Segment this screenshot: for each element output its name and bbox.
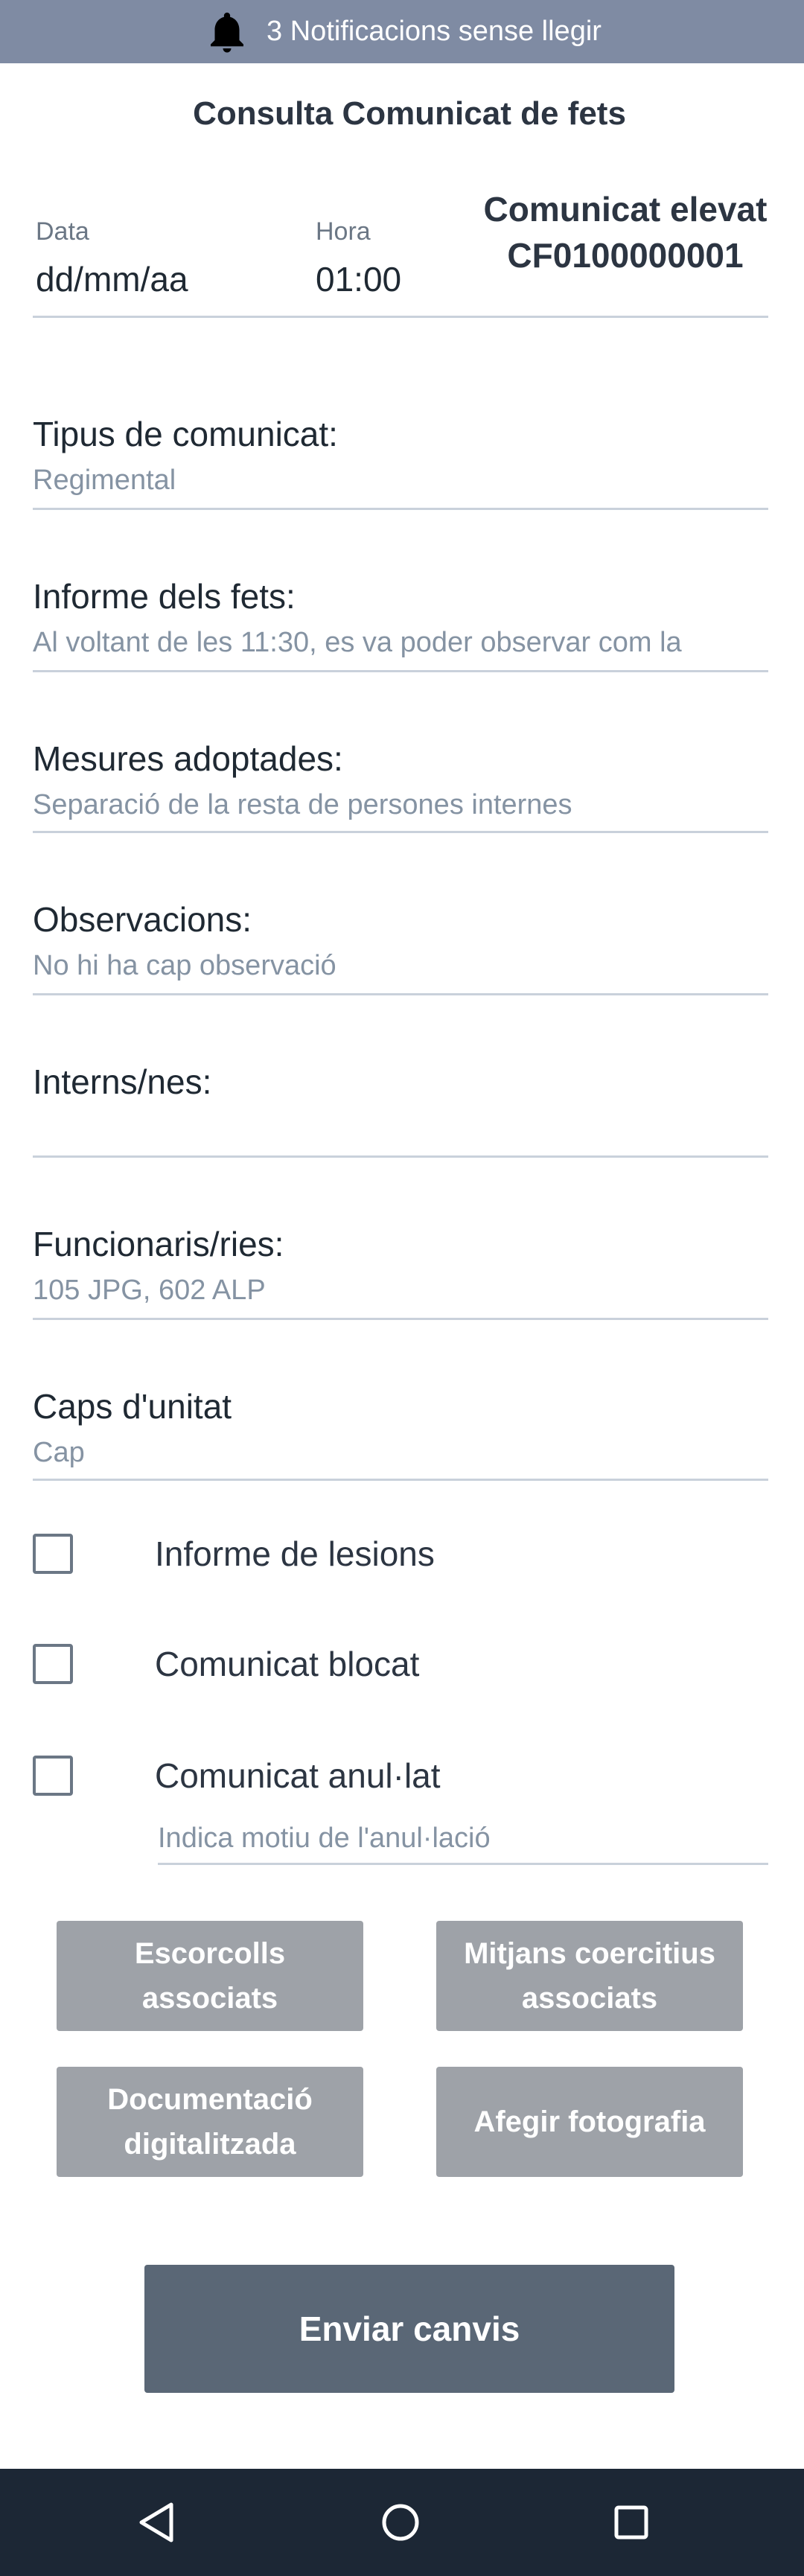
time-field[interactable]: 01:00 <box>316 259 401 299</box>
recents-square-icon[interactable] <box>604 2496 658 2549</box>
field-underline <box>33 831 768 833</box>
field-label: Interns/nes: <box>33 1062 212 1101</box>
field-label: Mesures adoptades: <box>33 739 343 778</box>
field-value: Al voltant de les 11:30, es va poder obs… <box>33 627 682 658</box>
system-nav-bar <box>0 2469 804 2576</box>
field-label: Tipus de comunicat: <box>33 415 338 453</box>
check-informe-lesions[interactable]: Informe de lesions <box>33 1528 777 1580</box>
field-label: Informe dels fets: <box>33 577 296 616</box>
checkbox[interactable] <box>33 1534 73 1574</box>
check-comunicat-blocat[interactable]: Comunicat blocat <box>33 1638 777 1690</box>
checkbox-label: Informe de lesions <box>155 1534 435 1573</box>
checkbox-label: Comunicat anul·lat <box>155 1756 441 1795</box>
comunicat-id: Comunicat elevat CF0100000001 <box>462 186 789 278</box>
date-label: Data <box>36 217 89 246</box>
field-value: Cap <box>33 1437 85 1468</box>
field-value: Separació de la resta de persones intern… <box>33 789 572 820</box>
notification-text: 3 Notificacions sense llegir <box>267 16 602 47</box>
checkbox[interactable] <box>33 1644 73 1684</box>
field-label: Caps d'unitat <box>33 1387 232 1426</box>
motiu-anulacio-input[interactable]: Indica motiu de l'anul·lació <box>158 1823 491 1855</box>
afegir-fotografia-button[interactable]: Afegir fotografia <box>436 2067 743 2177</box>
mitjans-coercitius-button[interactable]: Mitjans coercitius associats <box>436 1921 743 2031</box>
field-underline <box>33 508 768 510</box>
notification-bar[interactable]: 3 Notificacions sense llegir <box>0 0 804 63</box>
enviar-canvis-button[interactable]: Enviar canvis <box>144 2265 674 2393</box>
checkbox[interactable] <box>33 1756 73 1796</box>
comunicat-status: Comunicat elevat <box>483 190 768 229</box>
field-value: No hi ha cap observació <box>33 950 336 981</box>
field-underline <box>33 993 768 995</box>
checkbox-label: Comunicat blocat <box>155 1645 420 1683</box>
documentacio-button[interactable]: Documentació digitalitzada <box>57 2067 363 2177</box>
back-triangle-icon[interactable] <box>131 2496 185 2549</box>
comunicat-code: CF0100000001 <box>507 236 744 275</box>
field-underline <box>33 1479 768 1481</box>
page-title: Consulta Comunicat de fets <box>193 95 626 132</box>
header-divider <box>33 316 768 318</box>
field-value: Regimental <box>33 465 176 496</box>
check-comunicat-anulat[interactable]: Comunicat anul·lat <box>33 1750 777 1802</box>
field-label: Funcionaris/ries: <box>33 1225 284 1263</box>
bell-icon <box>211 12 244 52</box>
motiu-underline <box>158 1863 768 1865</box>
field-underline <box>33 670 768 672</box>
time-label: Hora <box>316 217 371 246</box>
home-circle-icon[interactable] <box>374 2496 427 2549</box>
field-underline <box>33 1155 768 1158</box>
field-value: 105 JPG, 602 ALP <box>33 1275 266 1306</box>
field-label: Observacions: <box>33 900 252 939</box>
screen: 3 Notificacions sense llegir Consulta Co… <box>0 0 804 2576</box>
escorcolls-button[interactable]: Escorcolls associats <box>57 1921 363 2031</box>
field-underline <box>33 1318 768 1320</box>
date-field[interactable]: dd/mm/aa <box>36 259 188 299</box>
